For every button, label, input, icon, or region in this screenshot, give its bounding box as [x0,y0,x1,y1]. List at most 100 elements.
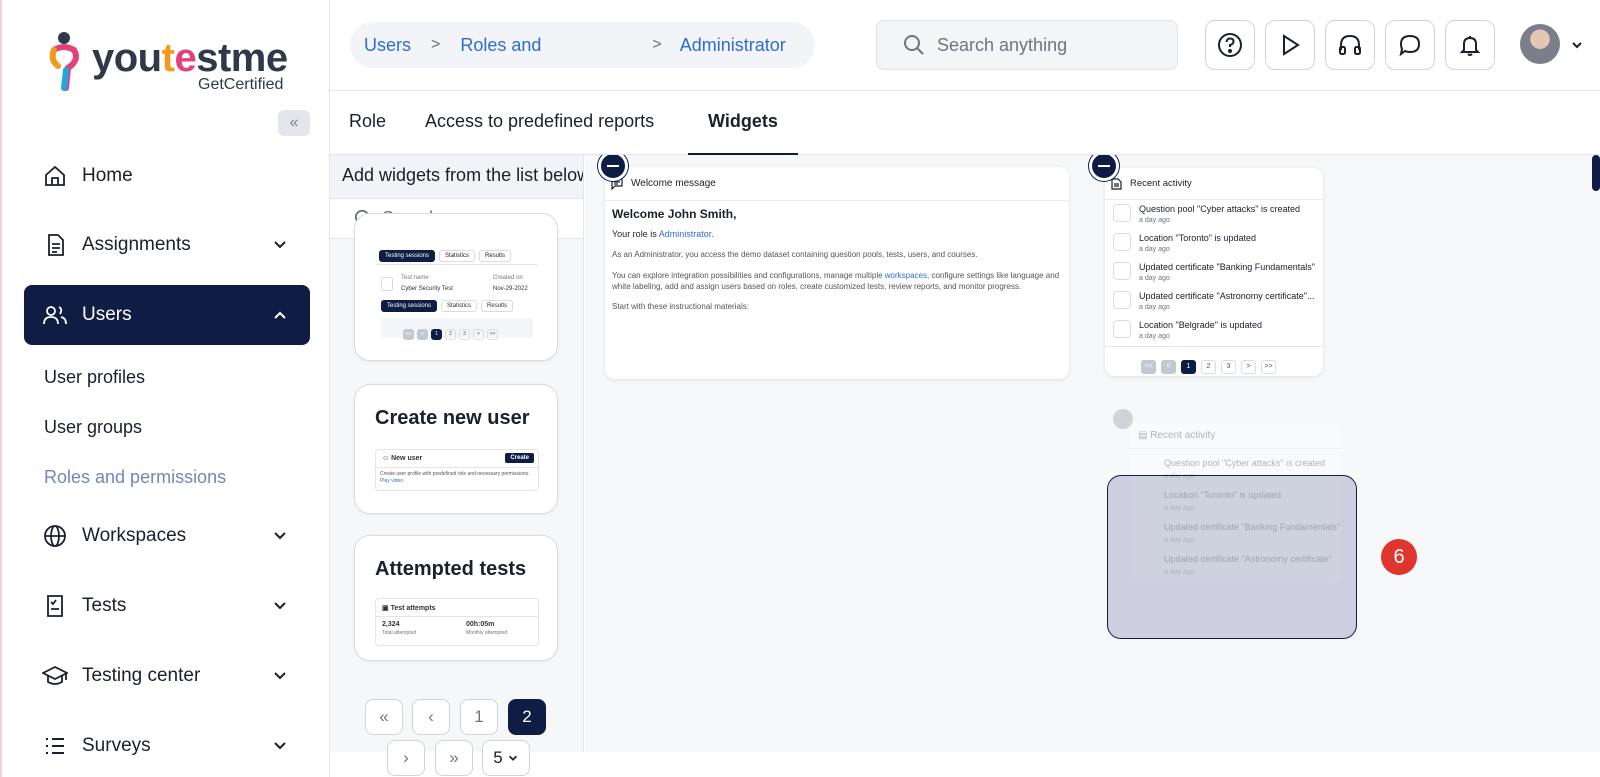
new-user-row: ☺ New user Create [376,450,538,468]
sidebar-item-surveys[interactable]: Surveys [24,716,310,776]
help-icon [1218,33,1242,57]
sidebar-item-users[interactable]: Users [24,285,310,345]
activity-page-button[interactable]: >> [1261,360,1276,374]
avatar[interactable] [1520,24,1560,64]
breadcrumb-administrator[interactable]: Administrator [680,35,786,56]
widget-header: Recent activity [1105,168,1323,200]
activity-text: Question pool "Cyber attacks" is created [1139,204,1300,214]
mini-page: 1 [431,329,442,340]
description-text: Create user profile with predefined role… [380,471,530,477]
next-page-button[interactable]: › [387,740,425,776]
breadcrumb-separator: > [652,36,662,53]
step-badge: 6 [1381,539,1417,575]
sidebar-subitem-user-profiles[interactable]: User profiles [44,367,145,388]
pill-row: Testing sessions Statistics Results [381,300,517,312]
workspaces-link[interactable]: workspaces [885,271,927,280]
widget-list-pagination: « ‹ 1 2 › » 5 [330,695,584,777]
collapse-sidebar-button[interactable]: « [278,110,310,136]
breadcrumb-users[interactable]: Users [364,35,411,56]
activity-pagination: << <1 2 3 > >> [1105,346,1323,376]
chat-button[interactable] [1385,20,1435,70]
activity-page-button[interactable]: > [1241,360,1256,374]
mini-page: << [403,329,414,340]
tab-access-to-predefined-reports[interactable]: Access to predefined reports [425,111,654,132]
play-video-link: Play video [380,478,404,484]
activity-date: a day ago [1139,275,1170,282]
recent-activity-widget[interactable]: Recent activity Question pool "Cyber att… [1105,168,1323,376]
search-placeholder: Search anything [937,34,1068,55]
page-2-button[interactable]: 2 [508,699,546,735]
canvas-scrollbar[interactable] [1592,155,1600,191]
first-page-button[interactable]: « [365,699,403,735]
users-icon [42,302,68,328]
activity-page-button[interactable]: 1 [1181,360,1196,374]
mini-pagination: << <1 2 3 > >> [381,318,533,340]
widget-card-testing-sessions[interactable]: Testing sessions Statistics Results Test n… [354,213,558,361]
create-user-preview: ☺ New user Create Create user profile wi… [375,449,539,491]
sidebar-item-label: Surveys [82,735,151,756]
monthly-attempted-value: 00h:05m [466,621,495,628]
sidebar-subitem-roles-and-permissions[interactable]: Roles and permissions [44,467,226,488]
activity-page-button[interactable]: << [1141,360,1156,374]
test-attempts-header: ▣ Test attempts [376,599,538,617]
widget-card-create-new-user[interactable]: Create new user ☺ New user Create Create… [354,384,558,514]
breadcrumb: Users > Roles and > Administrator [350,22,815,68]
play-tour-button[interactable] [1265,20,1315,70]
mini-page: < [417,329,428,340]
search-icon [904,35,924,55]
created-label: Created on [493,275,523,281]
welcome-paragraph-1: As an Administrator, you access the demo… [612,250,978,259]
activity-page-button[interactable]: 2 [1201,360,1216,374]
prev-page-button[interactable]: ‹ [412,699,450,735]
activity-row: Question pool "Cyber attacks" is created… [1105,200,1323,229]
last-page-button[interactable]: » [435,740,473,776]
global-search-input[interactable]: Search anything [876,20,1178,70]
activity-date: a day ago [1139,304,1170,311]
tab-role[interactable]: Role [349,111,386,132]
bell-icon [1459,36,1481,56]
pill-results: Results [479,250,512,262]
sidebar-item-assignments[interactable]: Assignments [24,215,310,275]
welcome-paragraph-2: You can explore integration possibilitie… [612,270,1062,292]
sidebar-item-workspaces[interactable]: Workspaces [24,506,310,566]
sidebar-item-testing-center[interactable]: Testing center [24,646,310,706]
activity-page-button[interactable]: < [1161,360,1176,374]
test-name-label: Test name [401,275,429,281]
document-icon [381,277,393,291]
sidebar-subitem-user-groups[interactable]: User groups [44,417,142,438]
chevron-down-icon [274,742,286,750]
notifications-button[interactable] [1445,20,1495,70]
breadcrumb-roles[interactable]: Roles and [460,35,652,56]
chevron-down-icon[interactable] [1570,38,1584,52]
role-prefix: Your role is [612,229,659,239]
activity-row: Updated certificate "Banking Fundamental… [1105,258,1323,287]
sidebar-item-tests[interactable]: Tests [24,576,310,636]
home-icon [42,163,68,189]
support-button[interactable] [1325,20,1375,70]
mini-page: 3 [459,329,470,340]
per-page-select[interactable]: 5 [482,740,530,776]
activity-icon [1113,233,1131,251]
page-1-button[interactable]: 1 [460,699,498,735]
chevron-down-icon [274,241,286,249]
play-icon [1283,34,1300,56]
activity-row: Location "Belgrade" is updated a day ago [1105,316,1323,345]
activity-page-button[interactable]: 3 [1221,360,1236,374]
activity-icon [1113,291,1131,309]
list-icon [42,733,68,759]
role-link[interactable]: Administrator. [659,229,714,239]
activity-text: Location "Toronto" is updated [1139,233,1256,243]
logo[interactable]: youtestme GetCertified [46,30,296,94]
widget-canvas[interactable]: Welcome message Welcome John Smith, Your… [585,155,1600,752]
sidebar-item-home[interactable]: Home [24,146,310,206]
add-user-icon: ☺ [382,455,390,462]
assignments-icon [42,232,68,258]
widget-list-panel: Add widgets from the list below Search T… [330,155,584,752]
globe-icon [42,523,68,549]
help-button[interactable] [1205,20,1255,70]
welcome-message-widget[interactable]: Welcome message Welcome John Smith, Your… [605,167,1069,379]
breadcrumb-separator: > [431,36,441,53]
tab-widgets[interactable]: Widgets [708,111,778,132]
widget-card-attempted-tests[interactable]: Attempted tests ▣ Test attempts 2,324 To… [354,535,558,661]
new-user-label: New user [391,455,423,462]
